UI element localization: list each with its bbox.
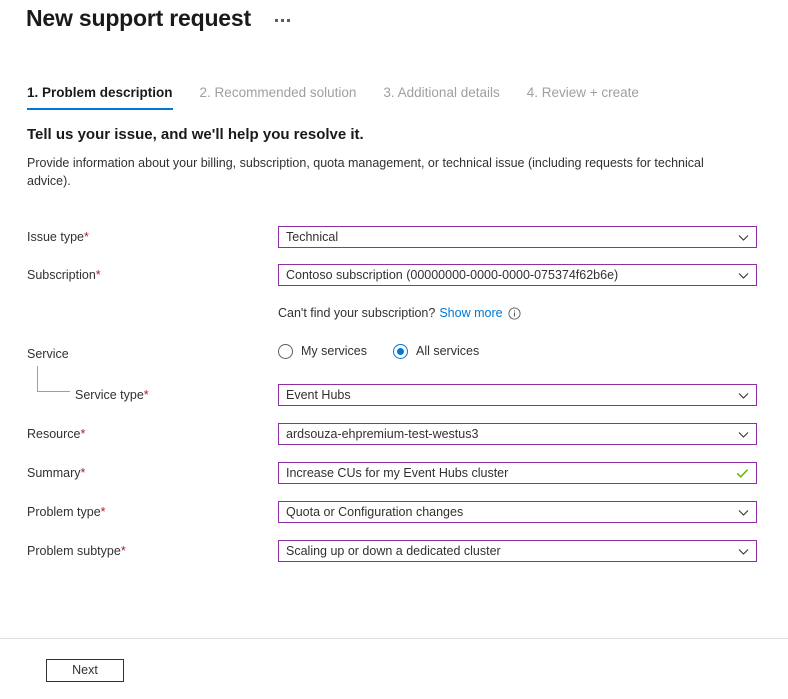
problem-subtype-label: Problem subtype*: [27, 540, 126, 562]
radio-mark: [278, 343, 293, 359]
subscription-label: Subscription*: [27, 264, 101, 286]
field-summary: Summary* Increase CUs for my Event Hubs …: [0, 462, 788, 484]
subscription-hint: Can't find your subscription? Show more: [278, 304, 521, 322]
resource-value: ardsouza-ehpremium-test-westus3: [286, 427, 479, 441]
chevron-down-icon: [738, 546, 749, 557]
chevron-down-icon: [738, 507, 749, 518]
tab-recommended-solution[interactable]: 2. Recommended solution: [200, 84, 357, 110]
issue-type-select[interactable]: Technical: [278, 226, 757, 248]
summary-label-text: Summary: [27, 466, 81, 480]
issue-type-label: Issue type*: [27, 226, 89, 248]
resource-label-text: Resource: [27, 427, 81, 441]
radio-all-services[interactable]: All services: [392, 343, 480, 359]
required-asterisk: *: [95, 268, 101, 282]
chevron-down-icon: [738, 270, 749, 281]
tab-problem-description[interactable]: 1. Problem description: [27, 84, 173, 110]
resource-select[interactable]: ardsouza-ehpremium-test-westus3: [278, 423, 757, 445]
field-problem-type: Problem type* Quota or Configuration cha…: [0, 501, 788, 523]
section-description: Provide information about your billing, …: [27, 156, 704, 188]
tab-additional-details[interactable]: 3. Additional details: [383, 84, 499, 110]
summary-label: Summary*: [27, 462, 85, 484]
subscription-value: Contoso subscription (00000000-0000-0000…: [286, 268, 619, 282]
problem-type-value: Quota or Configuration changes: [286, 505, 464, 519]
service-label: Service: [27, 347, 69, 361]
section-heading: Tell us your issue, and we'll help you r…: [27, 126, 364, 143]
radio-my-services-label: My services: [301, 344, 367, 358]
wizard-tabs: 1. Problem description 2. Recommended so…: [27, 84, 666, 110]
problem-type-select[interactable]: Quota or Configuration changes: [278, 501, 757, 523]
field-resource: Resource* ardsouza-ehpremium-test-westus…: [0, 423, 788, 445]
radio-my-services[interactable]: My services: [278, 343, 367, 359]
field-service-type: Service type* Event Hubs: [0, 384, 788, 406]
subscription-select[interactable]: Contoso subscription (00000000-0000-0000…: [278, 264, 757, 286]
show-more-link[interactable]: Show more: [439, 304, 502, 322]
summary-value: Increase CUs for my Event Hubs cluster: [286, 466, 509, 480]
problem-type-label-text: Problem type: [27, 505, 101, 519]
issue-type-value: Technical: [286, 230, 339, 244]
chevron-down-icon: [738, 232, 749, 243]
field-issue-type: Issue type* Technical: [0, 226, 788, 248]
more-options-icon[interactable]: [271, 13, 294, 24]
required-asterisk: *: [100, 505, 106, 519]
service-type-value: Event Hubs: [286, 388, 351, 402]
problem-subtype-value: Scaling up or down a dedicated cluster: [286, 544, 501, 558]
field-subscription: Subscription* Contoso subscription (0000…: [0, 264, 788, 286]
field-problem-subtype: Problem subtype* Scaling up or down a de…: [0, 540, 788, 562]
service-type-label-text: Service type: [75, 388, 144, 402]
page-title: New support request: [26, 5, 251, 31]
service-type-label: Service type*: [75, 384, 149, 406]
service-type-select[interactable]: Event Hubs: [278, 384, 757, 406]
tab-review-create[interactable]: 4. Review + create: [527, 84, 639, 110]
service-scope-radio-group: My services All services: [278, 343, 505, 359]
field-service-scope: Service My services All services: [0, 343, 788, 365]
subscription-label-text: Subscription: [27, 268, 96, 282]
info-circle-icon[interactable]: [508, 306, 521, 320]
ellipsis-dot-2: [280, 18, 284, 22]
required-asterisk: *: [83, 230, 89, 244]
radio-mark-selected: [392, 343, 408, 359]
problem-type-label: Problem type*: [27, 501, 106, 523]
required-asterisk: *: [80, 466, 86, 480]
page-header: New support request: [26, 2, 294, 34]
ellipsis-dot-3: [286, 18, 290, 22]
check-valid-icon: [736, 467, 749, 480]
chevron-down-icon: [738, 390, 749, 401]
footer-divider: [0, 638, 788, 639]
required-asterisk: *: [143, 388, 149, 402]
issue-type-label-text: Issue type: [27, 230, 84, 244]
resource-label: Resource*: [27, 423, 85, 445]
summary-input[interactable]: Increase CUs for my Event Hubs cluster: [278, 462, 757, 484]
radio-all-services-label: All services: [415, 344, 480, 358]
next-button[interactable]: Next: [46, 659, 124, 682]
problem-subtype-select[interactable]: Scaling up or down a dedicated cluster: [278, 540, 757, 562]
problem-subtype-label-text: Problem subtype: [27, 544, 121, 558]
required-asterisk: *: [120, 544, 126, 558]
ellipsis-dot-1: [274, 18, 278, 22]
required-asterisk: *: [80, 427, 86, 441]
subscription-hint-text: Can't find your subscription?: [278, 306, 436, 320]
chevron-down-icon: [738, 429, 749, 440]
